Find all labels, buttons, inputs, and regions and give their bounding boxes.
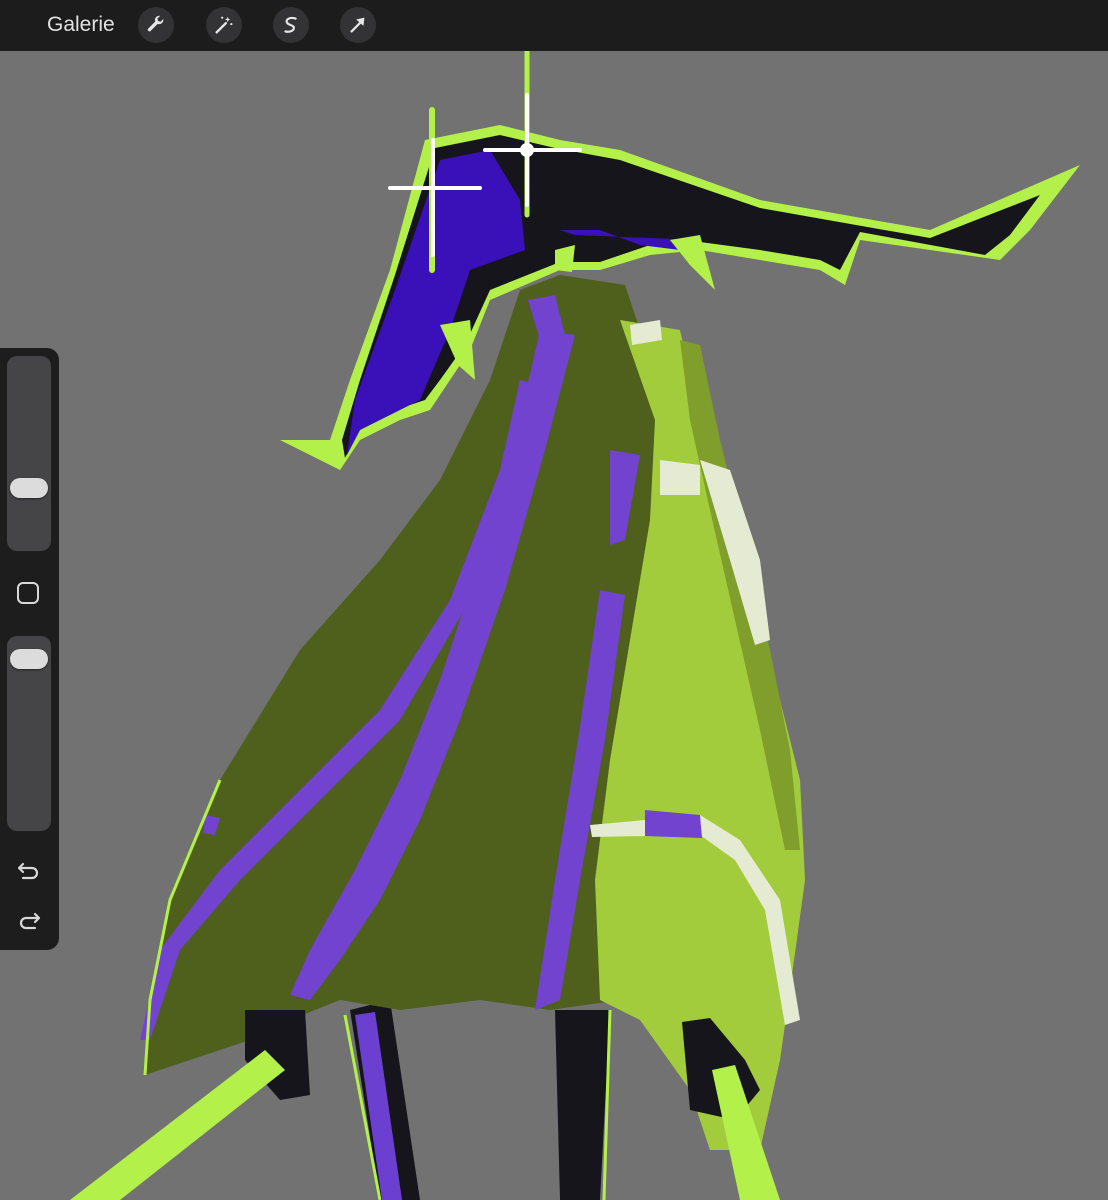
wrench-icon xyxy=(147,15,164,32)
arrow-cursor-icon xyxy=(350,17,365,33)
transform-button[interactable] xyxy=(340,7,376,43)
redo-button[interactable] xyxy=(14,908,44,934)
undo-icon xyxy=(17,862,39,880)
drawing-canvas[interactable] xyxy=(0,51,1108,1200)
brush-size-thumb[interactable] xyxy=(10,477,48,498)
brush-opacity-slider[interactable] xyxy=(7,636,51,831)
undo-button[interactable] xyxy=(14,858,44,884)
brush-size-slider[interactable] xyxy=(7,356,51,551)
selection-s-icon xyxy=(284,16,297,33)
top-toolbar: Galerie xyxy=(0,0,1108,52)
redo-icon xyxy=(19,912,41,930)
brush-opacity-thumb[interactable] xyxy=(10,648,48,669)
modify-button[interactable] xyxy=(17,582,39,604)
selection-button[interactable] xyxy=(273,7,309,43)
actions-button[interactable] xyxy=(138,7,174,43)
magic-wand-icon xyxy=(215,16,233,34)
gallery-button[interactable]: Galerie xyxy=(47,12,115,38)
brush-sidebar xyxy=(0,348,59,950)
adjustments-button[interactable] xyxy=(206,7,242,43)
